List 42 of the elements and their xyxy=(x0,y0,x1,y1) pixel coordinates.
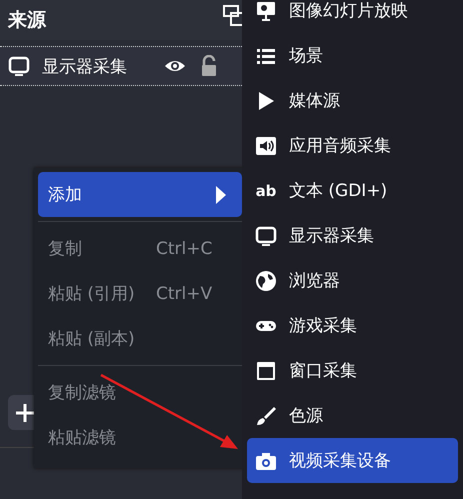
source-name: 显示器采集 xyxy=(42,56,128,78)
text-icon: ab xyxy=(255,182,277,200)
menu-item[interactable]: 应用音频采集 xyxy=(247,123,458,168)
plus-icon xyxy=(14,402,36,424)
menu-item-label: 粘贴滤镜 xyxy=(48,427,117,449)
shortcut-label: Ctrl+V xyxy=(156,284,214,304)
menu-item-label: 复制滤镜 xyxy=(48,382,117,404)
panel-title: 来源 xyxy=(8,8,46,33)
menu-item-label: 图像幻灯片放映 xyxy=(289,0,408,22)
window-icon xyxy=(255,360,277,382)
menu-item-label: 粘贴 (副本) xyxy=(48,328,136,350)
menu-item[interactable]: 浏览器 xyxy=(247,258,458,303)
menu-item[interactable]: 游戏采集 xyxy=(247,303,458,348)
speaker-icon xyxy=(255,134,277,156)
monitor-icon xyxy=(8,55,30,77)
menu-item[interactable]: 视频采集设备 xyxy=(247,438,458,483)
menu-item-label: 粘贴 (引用) xyxy=(48,283,136,305)
menu-item-label: 复制 xyxy=(48,238,83,260)
menu-item-label: 浏览器 xyxy=(289,270,340,292)
menu-item-label: 文本 (GDI+) xyxy=(289,180,388,202)
menu-item-label: 显示器采集 xyxy=(289,225,374,247)
menu-item[interactable]: 窗口采集 xyxy=(247,348,458,393)
menu-item[interactable]: ab 文本 (GDI+) xyxy=(247,168,458,213)
menu-item[interactable]: 显示器采集 xyxy=(247,213,458,258)
menu-item-label: 游戏采集 xyxy=(289,315,357,337)
menu-item-label: 窗口采集 xyxy=(289,360,357,382)
source-item[interactable]: 显示器采集 xyxy=(0,47,242,85)
menu-item-label: 应用音频采集 xyxy=(289,135,391,157)
menu-item[interactable]: 添加 xyxy=(38,172,242,217)
menu-item-label: 媒体源 xyxy=(289,90,340,112)
menu-item-label: 场景 xyxy=(289,45,323,67)
menu-item[interactable]: 色源 xyxy=(247,393,458,438)
menu-item-label: 色源 xyxy=(289,405,323,427)
menu-item[interactable]: 场景 xyxy=(247,33,458,78)
menu-item[interactable]: 图像幻灯片放映 xyxy=(247,0,458,33)
shortcut-label: Ctrl+C xyxy=(156,238,214,258)
menu-item-label: 视频采集设备 xyxy=(289,450,391,472)
menu-item-label: 添加 xyxy=(48,184,83,206)
brush-icon xyxy=(255,404,277,426)
menu-item[interactable]: 媒体源 xyxy=(247,78,458,123)
monitor-icon xyxy=(255,224,277,246)
globe-icon xyxy=(255,270,277,292)
